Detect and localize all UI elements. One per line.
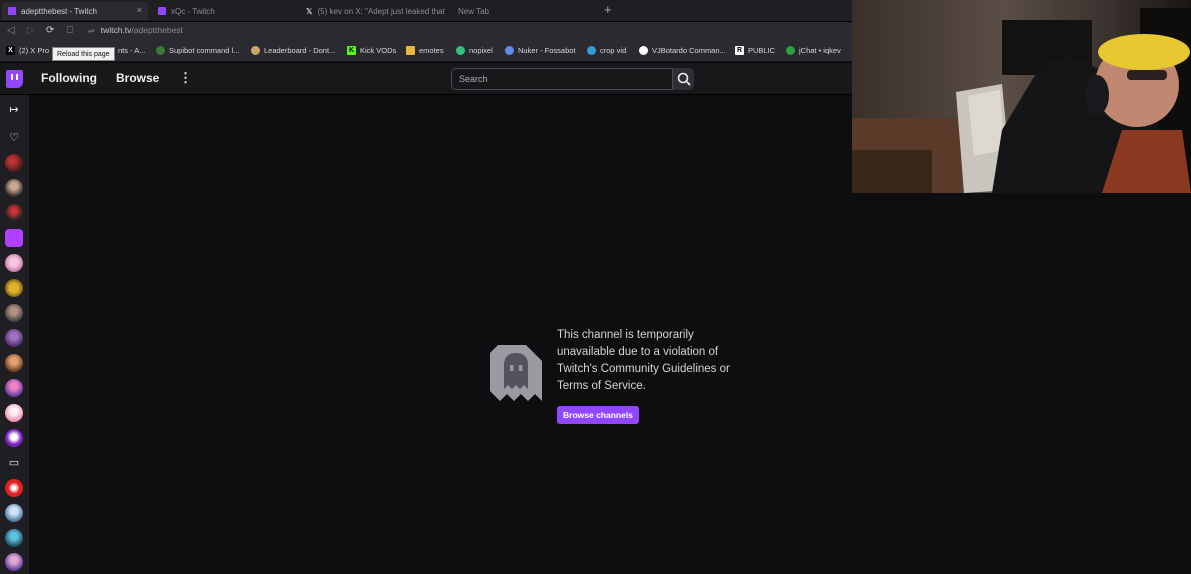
followed-channel-avatar[interactable] xyxy=(5,479,23,497)
x-icon: X xyxy=(6,46,15,55)
camera-icon: ▭ xyxy=(8,457,20,469)
followed-channel-avatar[interactable] xyxy=(5,529,23,547)
kick-icon: K xyxy=(347,46,356,55)
followed-channel-avatar[interactable] xyxy=(5,304,23,322)
bookmark-label: emotes xyxy=(419,46,444,55)
bookmark-emotes[interactable]: emotes xyxy=(406,46,444,55)
expand-sidebar-icon[interactable]: ↦ xyxy=(7,103,21,116)
bookmark-label: Leaderboard - Dont... xyxy=(264,46,336,55)
bookmark-nopixel[interactable]: nopixel xyxy=(456,46,493,55)
fossabot-icon xyxy=(505,46,514,55)
bookmark-jchat[interactable]: jChat • iqkev xyxy=(786,46,841,55)
bookmark-crop-vid[interactable]: crop vid xyxy=(587,46,626,55)
bookmark-public[interactable]: R PUBLIC xyxy=(735,46,775,55)
tab-title: adeptthebest - Twitch xyxy=(21,6,97,16)
followed-channel-avatar[interactable] xyxy=(5,154,23,172)
bookmark-label: Nuker - Fossabot xyxy=(518,46,576,55)
followed-channel-avatar[interactable] xyxy=(5,429,23,447)
followed-channel-avatar[interactable] xyxy=(5,329,23,347)
heart-icon: ♡ xyxy=(9,132,19,144)
tab-title: (5) kev on X: "Adept just leaked that x xyxy=(317,6,446,16)
webcam-feed-image xyxy=(852,0,1191,193)
close-icon[interactable]: × xyxy=(137,5,142,15)
bookmark-label: Kick VODs xyxy=(360,46,397,55)
twitch-logo-icon[interactable] xyxy=(6,70,23,88)
followed-channel-avatar[interactable] xyxy=(5,404,23,422)
ghost-icon xyxy=(490,345,542,401)
bookmark-events[interactable]: nts - A... xyxy=(118,46,146,55)
bookmark-label: (2) X Pro xyxy=(19,46,50,55)
site-info-icon[interactable]: ⇌ xyxy=(88,26,95,35)
bookmark-icon[interactable]: ⎕ xyxy=(67,25,73,36)
bookmark-label: jChat • iqkev xyxy=(799,46,841,55)
tab-xqc[interactable]: xQc - Twitch xyxy=(152,2,297,20)
followed-channel-avatar[interactable] xyxy=(5,279,23,297)
browse-link[interactable]: Browse xyxy=(116,71,159,85)
followed-channel-avatar[interactable] xyxy=(5,179,23,197)
followed-channel-avatar[interactable] xyxy=(5,204,23,222)
followed-channel-avatar[interactable] xyxy=(5,553,23,571)
followed-channel-avatar[interactable] xyxy=(5,504,23,522)
bookmark-x-pro[interactable]: X (2) X Pro xyxy=(6,46,49,55)
url-domain: twitch.tv xyxy=(100,25,132,35)
nopixel-icon xyxy=(456,46,465,55)
x-icon: 𝕏 xyxy=(306,6,313,16)
bookmark-vjbotardo[interactable]: VJBotardo Comman... xyxy=(639,46,726,55)
tab-title: New Tab xyxy=(458,6,489,16)
twitch-icon xyxy=(158,7,166,15)
followed-channels-sidebar: ↦ ♡ ▭ xyxy=(0,95,29,574)
github-icon xyxy=(639,46,648,55)
webcam-overlay xyxy=(852,0,1191,193)
bookmark-label: crop vid xyxy=(600,46,627,55)
reload-icon[interactable]: ⟳ xyxy=(46,25,54,36)
supibot-icon xyxy=(156,46,165,55)
twitch-icon xyxy=(8,7,16,15)
tab-x-post[interactable]: 𝕏 (5) kev on X: "Adept just leaked that … xyxy=(300,2,446,20)
search-input[interactable] xyxy=(451,68,673,90)
crop-icon xyxy=(587,46,596,55)
reload-tooltip: Reload this page xyxy=(52,47,115,61)
leaderboard-icon xyxy=(251,46,260,55)
public-icon: R xyxy=(735,46,744,55)
new-tab-button[interactable]: + xyxy=(604,2,612,17)
bookmark-label: nts - A... xyxy=(118,46,146,55)
forward-icon[interactable]: ▷ xyxy=(27,25,35,36)
bookmark-label: Supibot command l... xyxy=(169,46,240,55)
search-button[interactable] xyxy=(673,68,694,90)
back-icon[interactable]: ◁ xyxy=(7,25,15,36)
jchat-icon xyxy=(786,46,795,55)
bookmark-label: nopixel xyxy=(469,46,493,55)
bookmark-label: PUBLIC xyxy=(748,46,776,55)
tab-title: xQc - Twitch xyxy=(171,6,215,16)
followed-channel-avatar[interactable] xyxy=(5,354,23,372)
bookmark-kick-vods[interactable]: K Kick VODs xyxy=(347,46,396,55)
following-link[interactable]: Following xyxy=(41,71,97,85)
bookmark-fossabot[interactable]: Nuker - Fossabot xyxy=(505,46,576,55)
bookmark-supibot[interactable]: Supibot command l... xyxy=(156,46,239,55)
browse-channels-button[interactable]: Browse channels xyxy=(557,406,639,424)
search-icon xyxy=(677,72,691,86)
followed-channel-avatar[interactable] xyxy=(5,229,23,247)
bookmark-leaderboard[interactable]: Leaderboard - Dont... xyxy=(251,46,335,55)
followed-channel-avatar[interactable] xyxy=(5,379,23,397)
channel-unavailable-message: This channel is temporarily unavailable … xyxy=(557,329,730,392)
more-options-icon[interactable]: ⋮ xyxy=(179,70,192,86)
tab-new-tab[interactable]: New Tab xyxy=(447,2,597,20)
url-path: /adeptthebest xyxy=(131,25,183,35)
folder-icon xyxy=(406,46,415,55)
tab-adeptthebest[interactable]: adeptthebest - Twitch × xyxy=(2,2,148,20)
followed-channel-avatar[interactable] xyxy=(5,254,23,272)
address-bar[interactable]: ⇌ twitch.tv/adeptthebest xyxy=(88,25,183,35)
bookmark-label: VJBotardo Comman... xyxy=(652,46,726,55)
